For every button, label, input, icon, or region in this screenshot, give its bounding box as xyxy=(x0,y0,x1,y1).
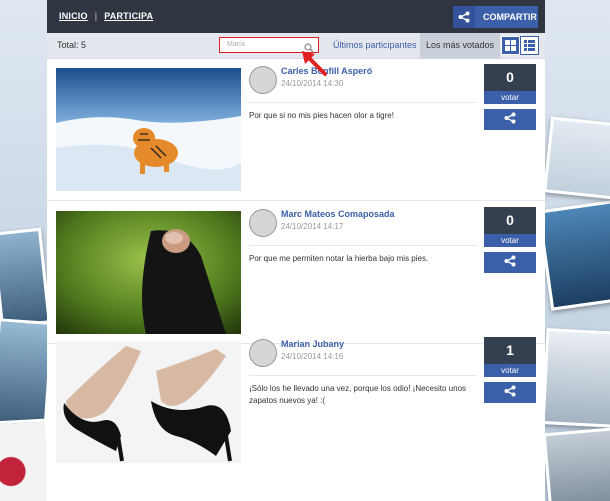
share-icon xyxy=(504,254,516,272)
post-share-button[interactable] xyxy=(484,382,536,403)
post-author[interactable]: Marian Jubany xyxy=(281,339,344,349)
vote-button[interactable]: votar xyxy=(484,364,536,377)
post-share-button[interactable] xyxy=(484,252,536,273)
share-button[interactable]: COMPARTIR xyxy=(453,6,538,28)
tab-latest-participants[interactable]: Últimos participantes xyxy=(327,33,423,58)
share-button-label: COMPARTIR xyxy=(483,12,537,22)
divider xyxy=(249,375,477,376)
post-share-button[interactable] xyxy=(484,109,536,130)
post-image-tiger[interactable] xyxy=(56,68,241,191)
view-toggle xyxy=(501,36,539,55)
annotation-arrow-icon xyxy=(302,51,327,76)
vote-count: 0 xyxy=(484,207,536,234)
avatar[interactable] xyxy=(249,66,277,94)
list-view-icon[interactable] xyxy=(520,36,539,55)
post-card: Carles Bonfill Asperó 24/10/2014 14:30 P… xyxy=(47,60,545,201)
post-date: 24/10/2014 14:16 xyxy=(281,352,344,361)
divider xyxy=(249,102,477,103)
share-icon xyxy=(504,111,516,129)
tab-most-voted[interactable]: Los más votados xyxy=(420,33,501,58)
top-bar: INICIO | PARTICIPA COMPARTIR xyxy=(47,0,545,33)
post-card: Marc Mateos Comaposada 24/10/2014 14:17 … xyxy=(47,203,545,344)
post-text: Por que me permiten notar la hierba bajo… xyxy=(249,254,429,263)
post-image-toe-sock[interactable] xyxy=(56,211,241,334)
nav-participate-link[interactable]: PARTICIPA xyxy=(104,11,153,21)
post-text: Por que si no mis pies hacen olor a tigr… xyxy=(249,111,394,120)
post-author[interactable]: Marc Mateos Comaposada xyxy=(281,209,395,219)
vote-button[interactable]: votar xyxy=(484,234,536,247)
vote-widget: 1 votar xyxy=(484,337,536,403)
post-text: ¡Sólo los he llevado una vez, porque los… xyxy=(249,384,467,405)
post-date: 24/10/2014 14:17 xyxy=(281,222,344,231)
avatar[interactable] xyxy=(249,209,277,237)
vote-button[interactable]: votar xyxy=(484,91,536,104)
post-card: Marian Jubany 24/10/2014 14:16 ¡Sólo los… xyxy=(47,333,545,501)
nav-home-link[interactable]: INICIO xyxy=(59,11,88,21)
vote-count: 0 xyxy=(484,64,536,91)
share-icon xyxy=(453,6,475,28)
search-placeholder: María xyxy=(227,41,245,48)
divider xyxy=(249,245,477,246)
vote-widget: 0 votar xyxy=(484,64,536,130)
post-date: 24/10/2014 14:30 xyxy=(281,79,344,88)
post-image-high-heels[interactable] xyxy=(56,341,241,463)
nav: INICIO | PARTICIPA xyxy=(59,11,153,21)
main-panel: INICIO | PARTICIPA COMPARTIR Total: 5 Marí… xyxy=(47,0,545,501)
vote-widget: 0 votar xyxy=(484,207,536,273)
nav-separator: | xyxy=(94,11,98,21)
vote-count: 1 xyxy=(484,337,536,364)
avatar[interactable] xyxy=(249,339,277,367)
filter-bar: Total: 5 María Últimos participantes Los… xyxy=(47,33,545,59)
grid-view-icon[interactable] xyxy=(501,36,520,55)
share-icon xyxy=(504,384,516,402)
total-count: Total: 5 xyxy=(57,40,87,50)
